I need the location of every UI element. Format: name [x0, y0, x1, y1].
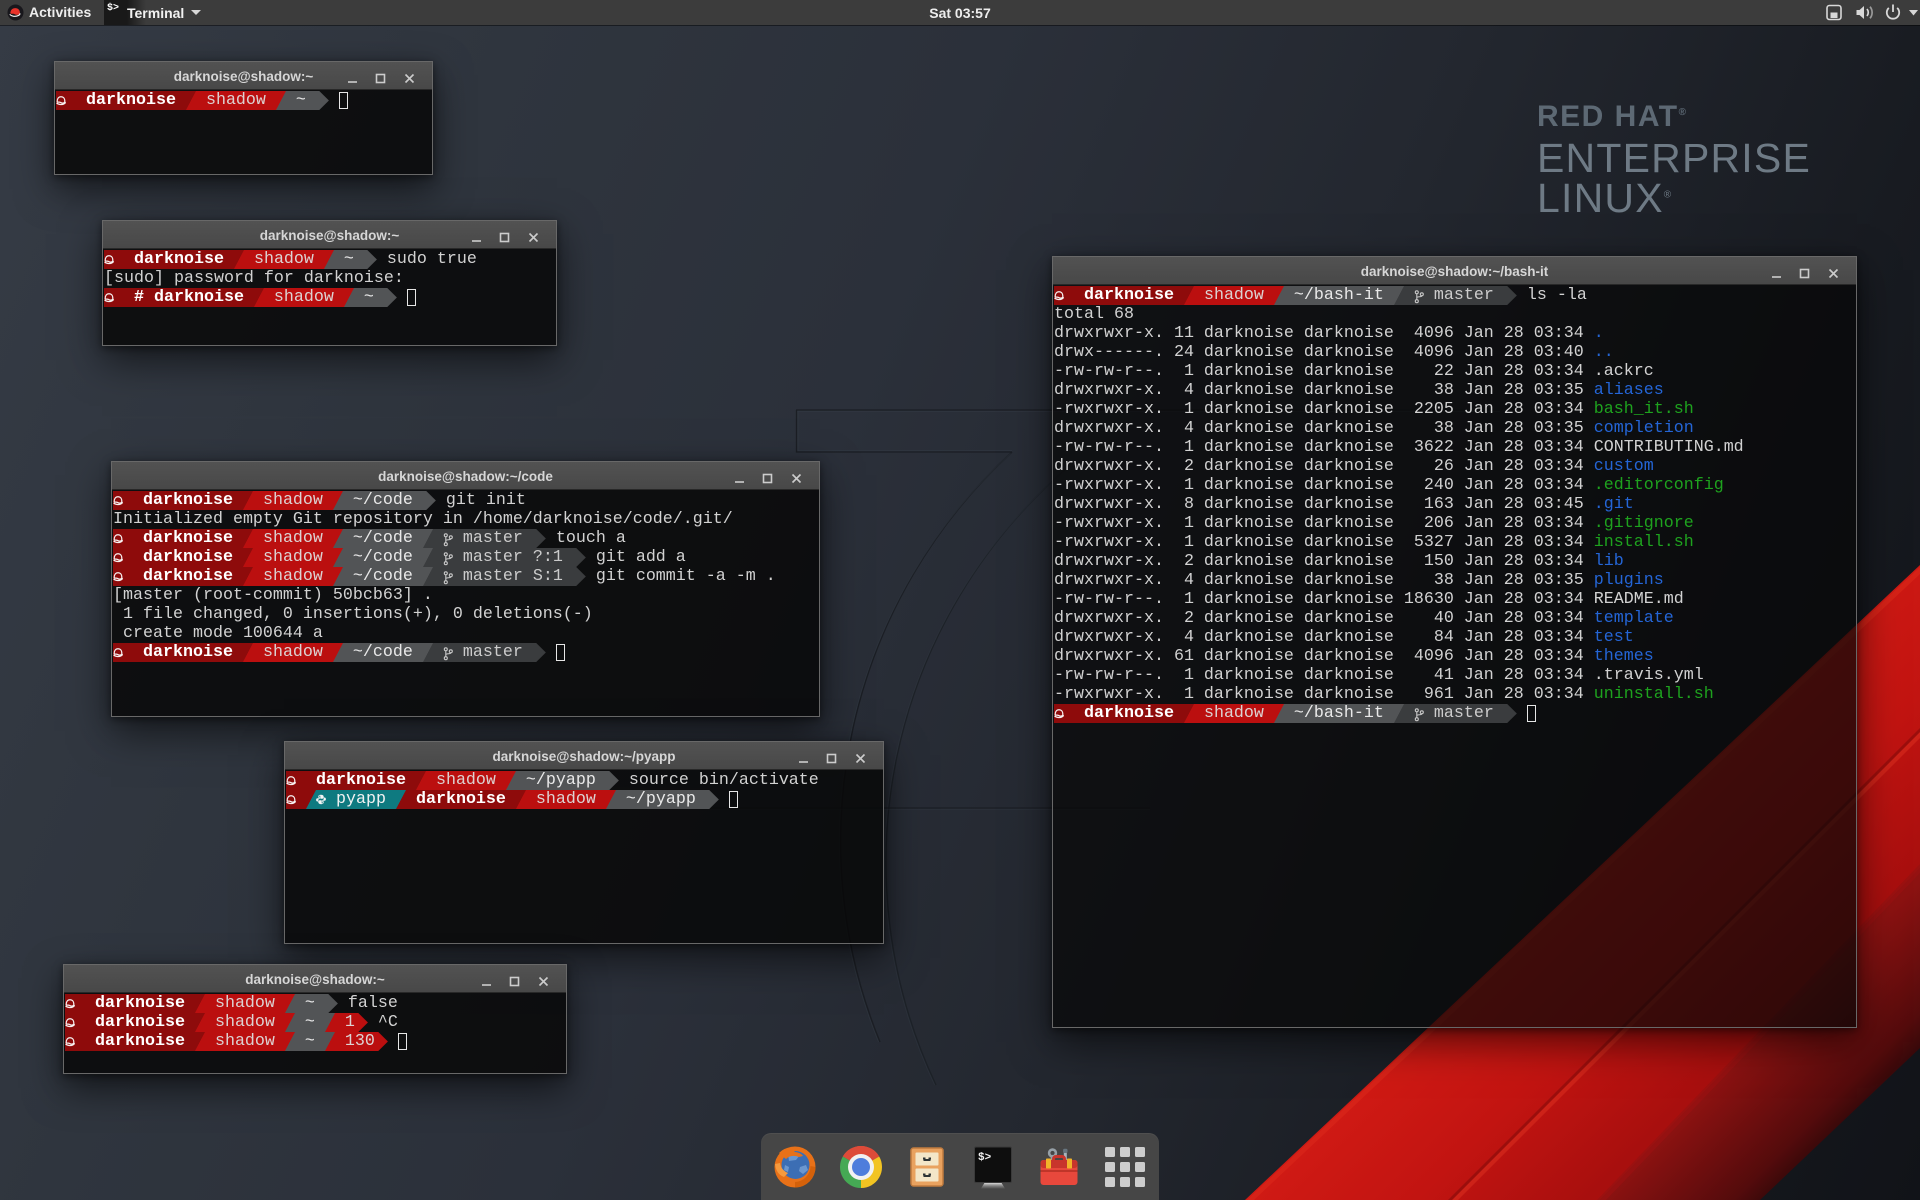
svg-text:$>: $>: [107, 2, 119, 14]
svg-text:$>: $>: [978, 1152, 992, 1164]
